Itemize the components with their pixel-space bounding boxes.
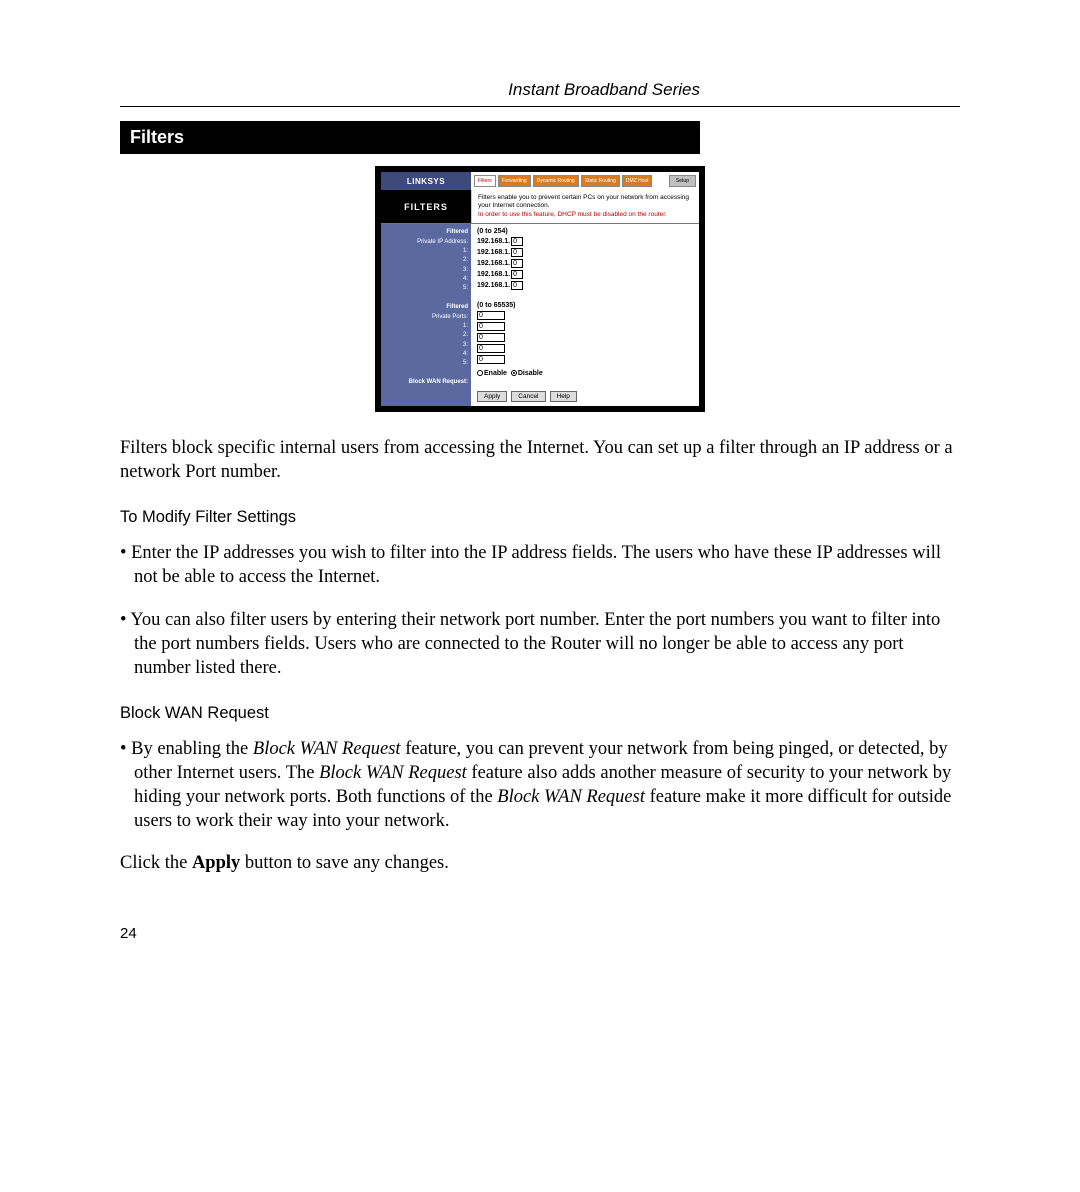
heading-block-wan-request: Block WAN Request <box>120 704 960 723</box>
port-row-label-1: 1: <box>383 322 468 331</box>
ip-range-hint: (0 to 254) <box>477 228 693 235</box>
heading-modify-filter-settings: To Modify Filter Settings <box>120 508 960 527</box>
row-label-4: 4: <box>383 275 468 284</box>
port-input-1[interactable]: 0 <box>477 311 505 320</box>
ip-filter-header: Filtered <box>383 228 468 237</box>
tab-dynamic-routing[interactable]: Dynamic Routing <box>533 175 579 187</box>
port-input-3[interactable]: 0 <box>477 333 505 342</box>
row-label-3: 3: <box>383 266 468 275</box>
wan-enable-label: Enable <box>484 370 507 377</box>
ip-prefix: 192.168.1. <box>477 260 510 267</box>
port-row-label-5: 5: <box>383 359 468 368</box>
port-filter-subheader: Private Ports: <box>383 313 468 322</box>
bullet-ip-filter: Enter the IP addresses you wish to filte… <box>120 541 960 589</box>
tab-filters[interactable]: Filters <box>474 175 496 187</box>
ip-input-4[interactable]: 0 <box>511 270 523 279</box>
ip-input-5[interactable]: 0 <box>511 281 523 290</box>
ip-prefix: 192.168.1. <box>477 282 510 289</box>
block-wan-label: Block WAN Request: <box>383 378 468 387</box>
wan-enable-radio[interactable] <box>477 370 483 376</box>
page-number: 24 <box>120 925 960 942</box>
ip-prefix: 192.168.1. <box>477 271 510 278</box>
form-labels-column: Filtered Private IP Address: 1: 2: 3: 4:… <box>381 224 471 406</box>
intro-paragraph: Filters block specific internal users fr… <box>120 436 960 484</box>
tab-setup[interactable]: Setup <box>669 175 696 187</box>
ip-input-1[interactable]: 0 <box>511 237 523 246</box>
port-row-label-2: 2: <box>383 331 468 340</box>
tab-dmz-host[interactable]: DMZ Host <box>622 175 653 187</box>
panel-title: FILTERS <box>381 190 471 223</box>
port-row-label-4: 4: <box>383 350 468 359</box>
port-input-2[interactable]: 0 <box>477 322 505 331</box>
cancel-button[interactable]: Cancel <box>511 391 545 402</box>
port-input-5[interactable]: 0 <box>477 355 505 364</box>
tab-static-routing[interactable]: Static Routing <box>581 175 620 187</box>
router-screenshot: LINKSYS Filters Forwarding Dynamic Routi… <box>375 166 705 412</box>
bullet-port-filter: You can also filter users by entering th… <box>120 608 960 680</box>
row-label-1: 1: <box>383 247 468 256</box>
row-label-5: 5: <box>383 284 468 293</box>
help-button[interactable]: Help <box>550 391 577 402</box>
desc-warning: In order to use this feature, DHCP must … <box>478 211 667 218</box>
port-row-label-3: 3: <box>383 341 468 350</box>
ip-prefix: 192.168.1. <box>477 238 510 245</box>
ip-prefix: 192.168.1. <box>477 249 510 256</box>
bullet-block-wan: By enabling the Block WAN Request featur… <box>120 737 960 833</box>
form-inputs-column: (0 to 254) 192.168.1.0 192.168.1.0 192.1… <box>471 224 699 406</box>
ip-filter-subheader: Private IP Address: <box>383 238 468 247</box>
header-rule <box>120 106 960 107</box>
block-wan-controls: Enable Disable <box>477 366 693 377</box>
row-label-2: 2: <box>383 256 468 265</box>
tab-bar: Filters Forwarding Dynamic Routing Stati… <box>471 172 699 190</box>
panel-description: Filters enable you to prevent certain PC… <box>471 190 699 223</box>
port-range-hint: (0 to 65535) <box>477 302 693 309</box>
running-header: Instant Broadband Series <box>120 80 960 100</box>
wan-disable-label: Disable <box>518 370 543 377</box>
apply-button[interactable]: Apply <box>477 391 507 402</box>
ip-input-2[interactable]: 0 <box>511 248 523 257</box>
brand-logo: LINKSYS <box>381 172 471 190</box>
port-filter-header: Filtered <box>383 303 468 312</box>
closing-paragraph: Click the Apply button to save any chang… <box>120 851 960 875</box>
section-title-bar: Filters <box>120 121 700 154</box>
port-input-4[interactable]: 0 <box>477 344 505 353</box>
wan-disable-radio[interactable] <box>511 370 517 376</box>
desc-text: Filters enable you to prevent certain PC… <box>478 194 689 209</box>
tab-forwarding[interactable]: Forwarding <box>498 175 531 187</box>
ip-input-3[interactable]: 0 <box>511 259 523 268</box>
